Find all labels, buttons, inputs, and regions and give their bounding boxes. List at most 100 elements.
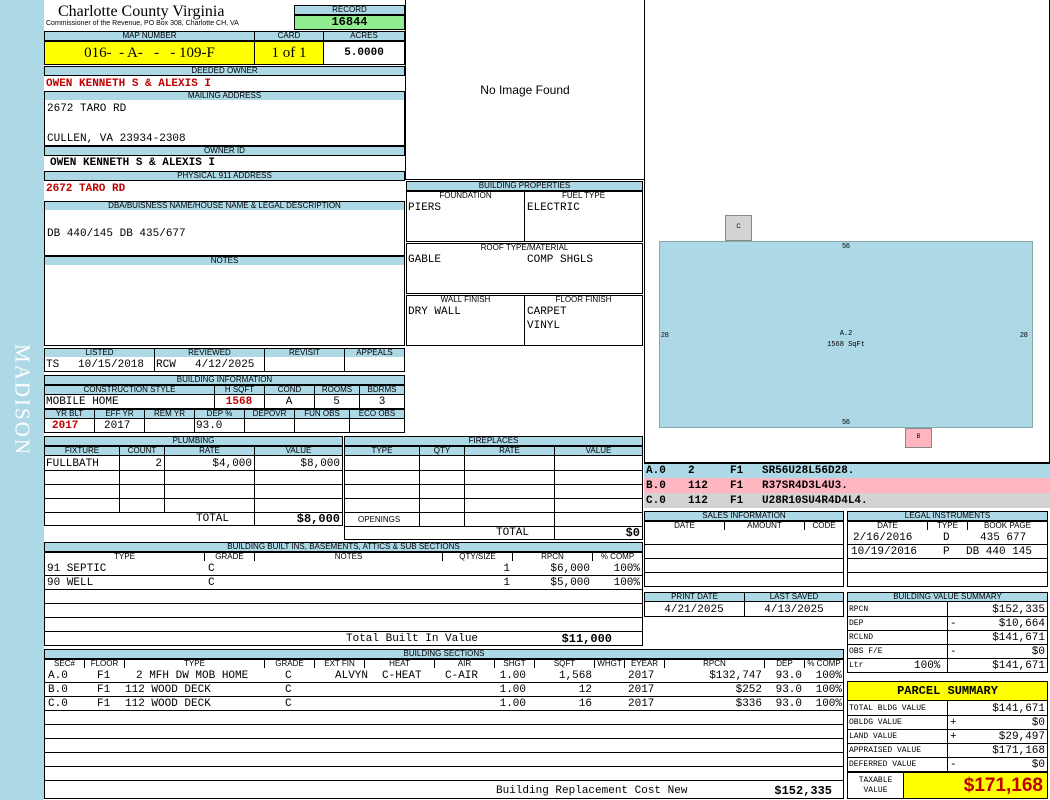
parcel-summary-title: PARCEL SUMMARY (847, 681, 1048, 701)
sec-row2-grade: C (285, 684, 292, 696)
ps-total-bldg: $141,671 (992, 703, 1045, 715)
bi-row2-type: 90 WELL (47, 577, 94, 589)
sec-row3-floor: F1 (97, 698, 111, 710)
legal-instruments-label: LEGAL INSTRUMENTS (847, 511, 1048, 521)
bvs-rpcn: $152,335 (992, 604, 1045, 616)
reviewed-by: RCW (156, 359, 176, 371)
district-name: MADISON (10, 343, 35, 457)
bi-row1-grade: C (208, 563, 215, 575)
sec-row2-sec: B.0 (48, 684, 68, 696)
openings-label: OPENINGS (358, 515, 401, 524)
ps-deferred: $0 (1031, 759, 1045, 771)
count-label: COUNT (119, 446, 165, 456)
construction-label: CONSTRUCTION STYLE (44, 385, 215, 395)
bi-row1-qty: 1 (503, 563, 510, 575)
sec-row3-grade: C (285, 698, 292, 710)
sec-row1-floor: F1 (97, 670, 111, 682)
sketch-c-label: C (736, 224, 741, 230)
print-date-label: PRINT DATE (644, 592, 745, 602)
ps-total-bldg-label: TOTAL BLDG VALUE (849, 704, 926, 713)
sec-row1-eyear: 2017 (628, 670, 655, 682)
foundation: PIERS (408, 202, 442, 214)
bvs-obs: $0 (1031, 646, 1045, 658)
sections-label: BUILDING SECTIONS (44, 649, 844, 659)
sec-row2-sqft: 12 (578, 684, 592, 696)
fuel-type: ELECTRIC (527, 202, 580, 214)
effective-year: 2017 (104, 420, 131, 432)
built-in-total-label: Total Built In Value (346, 633, 479, 645)
bvs-dep-label: DEP (849, 619, 864, 628)
ps-appraised: $171,168 (992, 745, 1045, 757)
bvs-rclnd: $141,671 (992, 632, 1045, 644)
sales-label: SALES INFORMATION (644, 511, 844, 521)
li-row2-bookpage: DB 440 145 (966, 546, 1033, 558)
deeded-owner: OWEN KENNETH S & ALEXIS I (46, 78, 212, 90)
sec-row1-shgt: 1.00 (499, 670, 526, 682)
sec-row2-rpcn: $252 (735, 684, 762, 696)
plumbing-count: 2 (155, 458, 162, 470)
sketch-main-area: 1568 SqFt (827, 341, 865, 349)
replacement-cost: $152,335 (774, 784, 832, 798)
sec-row2-type: 112 WOOD DECK (125, 684, 211, 696)
bvs-obs-label: OBS F/E (849, 647, 883, 656)
sec-row3-shgt: 1.00 (499, 698, 526, 710)
county-title: Charlotte County Virginia (58, 3, 225, 20)
no-image-text: No Image Found (480, 83, 570, 97)
sec-row1-air: C-AIR (445, 670, 479, 682)
sec-row1-dep: 93.0 (775, 670, 802, 682)
district-sidebar: MADISON (0, 0, 44, 800)
listed-date: 10/15/2018 (78, 359, 145, 371)
bvs-obs-sign: - (950, 646, 957, 658)
sec-row1-rpcn: $132,747 (709, 670, 762, 682)
sec-row1-extfin: ALVYN (335, 670, 369, 682)
yrblt-label: YR BLT (44, 409, 95, 419)
sec-row3-dep: 93.0 (775, 698, 802, 710)
bvs-ltr-label: Ltr (849, 661, 864, 670)
plumbing-label: PLUMBING (44, 436, 343, 446)
reviewed-date: 4/12/2025 (195, 359, 255, 371)
bi-row2-rpcn: $5,000 (550, 577, 590, 589)
physical-address: 2672 TARO RD (46, 183, 126, 195)
sketch-code-a-floor: F1 (730, 465, 744, 477)
sketch-code-a-sec: A.0 (646, 465, 666, 477)
bi-row2-grade: C (208, 577, 215, 589)
sketch-code-c-sec: C.0 (646, 495, 666, 507)
roof-box (406, 252, 643, 294)
built-ins-label: BUILDING BUILT INS, BASEMENTS, ATTICS & … (44, 542, 643, 552)
sec-row2-eyear: 2017 (628, 684, 655, 696)
listed-by: TS (46, 359, 60, 371)
li-row1-type: D (943, 532, 950, 544)
li-row2-date: 10/19/2016 (851, 546, 918, 558)
floor-finish-2: VINYL (527, 320, 561, 332)
sketch-b-label: B (916, 434, 921, 440)
sketch-code-a-code: 2 (688, 465, 695, 477)
sketch-dim-bottom: 56 (842, 419, 850, 426)
plumbing-value-label: VALUE (254, 446, 343, 456)
sketch-code-a-path: SR56U28L56D28. (762, 465, 855, 477)
plumbing-value: $8,000 (300, 458, 340, 470)
plumbing-rate-label: RATE (164, 446, 255, 456)
bi-row1-comp: 100% (613, 563, 640, 575)
last-saved-label: LAST SAVED (744, 592, 844, 602)
fireplaces-label: FIREPLACES (344, 436, 643, 446)
li-row1-bookpage: 435 677 (980, 532, 1027, 544)
map-number: 016- - A- - - 109-F (44, 41, 255, 65)
owner-id: OWEN KENNETH S & ALEXIS I (50, 157, 216, 169)
funobs-label: FUN OBS (294, 409, 350, 419)
bdrms-label: BDRMS (359, 385, 405, 395)
cond-label: COND (264, 385, 315, 395)
bvs-label: BUILDING VALUE SUMMARY (847, 592, 1048, 602)
remyr-label: REM YR (144, 409, 195, 419)
ps-obldg: $0 (1031, 717, 1045, 729)
taxable-label-1: TAXABLE (858, 776, 893, 785)
fp-type-label: TYPE (344, 446, 420, 456)
hsqft-label: H SQFT (214, 385, 265, 395)
fp-total: $0 (625, 526, 640, 540)
ps-appraised-label: APPRAISED VALUE (849, 746, 922, 755)
heated-sqft: 1568 (225, 396, 253, 408)
li-row1-date: 2/16/2016 (853, 532, 913, 544)
ps-obldg-sign: + (950, 717, 957, 729)
sketch-code-b-code: 112 (688, 480, 708, 492)
bi-row1-rpcn: $6,000 (550, 563, 590, 575)
legal-description: DB 440/145 DB 435/677 (47, 228, 186, 240)
